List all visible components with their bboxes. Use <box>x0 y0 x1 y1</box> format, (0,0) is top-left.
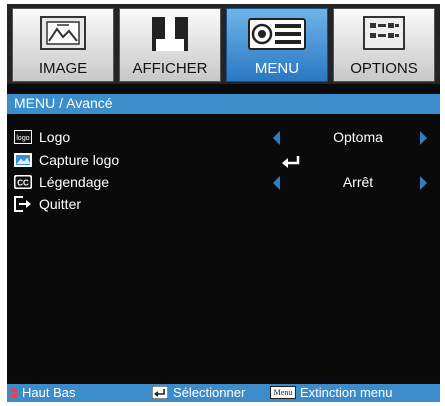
tab-bar: IMAGE AFFICHER MENU OPTIONS <box>7 4 440 84</box>
up-down-icon <box>9 387 19 399</box>
menu-item-legendage[interactable]: CC Légendage Arrêt <box>7 172 440 194</box>
menu-item-quitter[interactable]: Quitter <box>7 194 440 216</box>
menu-item-value: Arrêt <box>342 174 374 190</box>
enter-key-icon <box>152 386 168 399</box>
tab-options-label: OPTIONS <box>350 60 418 77</box>
tab-image-label: IMAGE <box>38 60 88 77</box>
footer-select-hint: Sélectionner <box>173 385 246 400</box>
breadcrumb-text: MENU / Avancé <box>14 95 113 111</box>
logo-icon: logo <box>14 130 32 144</box>
tab-options[interactable]: OPTIONS <box>333 8 435 82</box>
tab-menu[interactable]: MENU <box>226 8 328 82</box>
footer-nav-hint: Haut Bas <box>22 385 76 400</box>
right-arrow-icon[interactable] <box>420 176 427 190</box>
tab-image[interactable]: IMAGE <box>12 8 114 82</box>
svg-text:logo: logo <box>16 135 29 142</box>
right-arrow-icon[interactable] <box>420 131 427 145</box>
display-icon <box>152 17 188 51</box>
footer-bar: Haut Bas Sélectionner Menu Extinction me… <box>7 384 440 402</box>
menu-item-label: Légendage <box>39 174 110 190</box>
cc-icon: CC <box>14 175 32 189</box>
capture-icon <box>14 153 32 167</box>
menu-item-label: Quitter <box>39 196 82 212</box>
menu-key-label: Menu <box>273 388 293 397</box>
menu-item-logo[interactable]: logo Logo Optoma <box>7 127 440 149</box>
menu-frame: IMAGE AFFICHER MENU OPTIONS MENU / Avanc… <box>7 4 440 402</box>
projector-icon <box>248 18 306 50</box>
tab-afficher[interactable]: AFFICHER <box>119 8 221 82</box>
left-arrow-icon[interactable] <box>273 176 280 190</box>
menu-item-label: Logo <box>39 129 71 145</box>
tab-menu-label: MENU <box>254 60 300 77</box>
menu-key-icon: Menu <box>270 386 296 399</box>
footer-exit-hint: Extinction menu <box>300 385 393 400</box>
projector-osd: IMAGE AFFICHER MENU OPTIONS MENU / Avanc… <box>0 0 445 406</box>
menu-item-label: Capture logo <box>39 152 120 168</box>
menu-item-value: Optoma <box>333 129 383 145</box>
image-icon <box>40 16 86 50</box>
breadcrumb: MENU / Avancé <box>7 94 440 114</box>
left-arrow-icon[interactable] <box>273 131 280 145</box>
options-icon <box>363 16 405 50</box>
tab-afficher-label: AFFICHER <box>132 60 208 77</box>
menu-item-capture-logo[interactable]: Capture logo <box>7 150 440 172</box>
enter-icon[interactable] <box>280 154 302 168</box>
svg-text:CC: CC <box>17 179 29 188</box>
exit-icon <box>14 196 31 212</box>
